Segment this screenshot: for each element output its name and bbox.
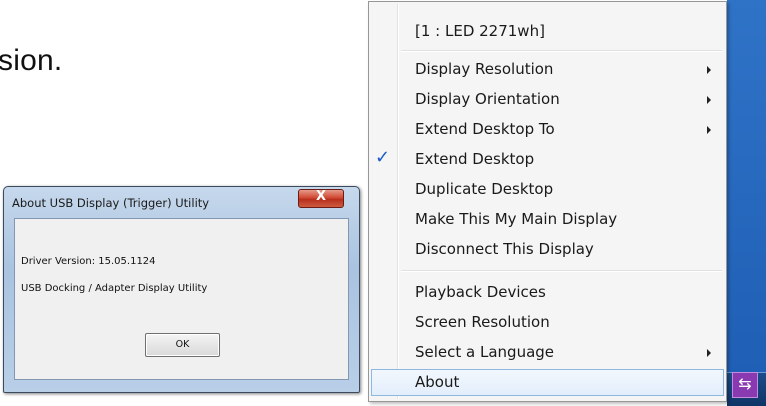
menu-item-about[interactable]: About [371, 369, 724, 396]
checkmark-icon: ✓ [375, 147, 391, 168]
submenu-arrow-icon [707, 96, 711, 104]
menu-item-label: Make This My Main Display [415, 210, 618, 228]
submenu-arrow-icon [707, 66, 711, 74]
dialog-content: Driver Version: 15.05.1124 USB Docking /… [14, 218, 349, 380]
menu-item-label: [1 : LED 2271wh] [415, 22, 545, 40]
menu-item-extend-desktop[interactable]: ✓ Extend Desktop [371, 146, 724, 173]
menu-item-label: Playback Devices [415, 283, 546, 301]
menu-item-label: About [415, 373, 460, 391]
menu-item-label: Screen Resolution [415, 313, 550, 331]
menu-item-display-resolution[interactable]: Display Resolution [371, 56, 724, 83]
close-icon: X [315, 189, 327, 204]
menu-item-disconnect-display[interactable]: Disconnect This Display [371, 236, 724, 263]
usb-display-icon[interactable]: ⇆ [732, 372, 758, 398]
menu-item-label: Display Resolution [415, 60, 554, 78]
menu-item-label: Disconnect This Display [415, 240, 594, 258]
menu-item-label: Extend Desktop To [415, 120, 555, 138]
background-document-text: sion. [0, 44, 63, 77]
about-dialog: About USB Display (Trigger) Utility X Dr… [3, 186, 360, 393]
menu-item-screen-resolution[interactable]: Screen Resolution [371, 309, 724, 336]
menu-item-label: Select a Language [415, 343, 555, 361]
context-menu: [1 : LED 2271wh] Display Resolution Disp… [368, 1, 727, 402]
menu-item-label: Extend Desktop [415, 150, 535, 168]
ok-button[interactable]: OK [145, 333, 220, 357]
utility-name-text: USB Docking / Adapter Display Utility [21, 283, 208, 294]
menu-item-duplicate-desktop[interactable]: Duplicate Desktop [371, 176, 724, 203]
menu-separator [401, 270, 722, 272]
menu-item-playback-devices[interactable]: Playback Devices [371, 279, 724, 306]
submenu-arrow-icon [707, 349, 711, 357]
menu-item-display-orientation[interactable]: Display Orientation [371, 86, 724, 113]
menu-item-make-main-display[interactable]: Make This My Main Display [371, 206, 724, 233]
menu-item-label: Duplicate Desktop [415, 180, 554, 198]
close-button[interactable]: X [298, 189, 344, 208]
menu-separator [401, 50, 722, 52]
driver-version-text: Driver Version: 15.05.1124 [21, 256, 156, 267]
submenu-arrow-icon [707, 126, 711, 134]
menu-item-select-language[interactable]: Select a Language [371, 339, 724, 366]
desktop-background [727, 0, 766, 372]
dialog-title: About USB Display (Trigger) Utility [12, 196, 210, 210]
menu-item-extend-desktop-to[interactable]: Extend Desktop To [371, 116, 724, 143]
menu-item-monitor-name[interactable]: [1 : LED 2271wh] [371, 18, 724, 45]
menu-item-label: Display Orientation [415, 90, 560, 108]
